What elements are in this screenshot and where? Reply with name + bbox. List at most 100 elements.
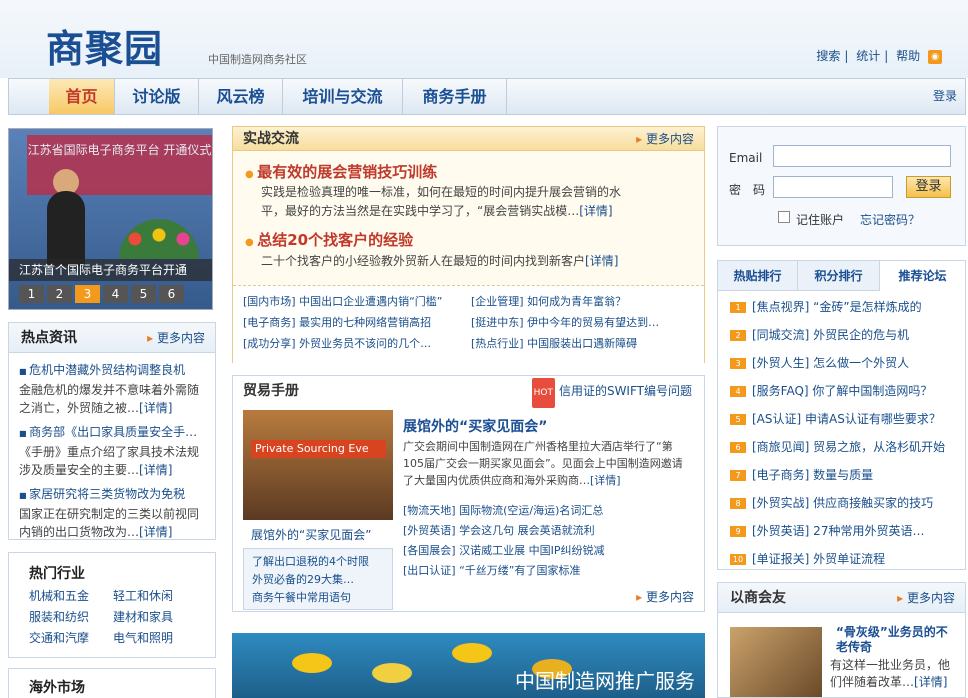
hot-link[interactable]: 信用证的SWIFT编号问题 bbox=[559, 384, 692, 398]
nav-handbook[interactable]: 商务手册 bbox=[403, 79, 507, 114]
detail-link[interactable]: [详情] bbox=[139, 463, 172, 477]
list-item[interactable]: 1 [焦点视界] “金砖”是怎样炼成的 bbox=[730, 298, 922, 315]
topic-link[interactable]: [企业管理] 如何成为青年富翁？ bbox=[471, 291, 626, 312]
detail-link[interactable]: [详情] bbox=[579, 204, 612, 218]
hot-badge: HOT bbox=[531, 378, 555, 408]
list-item[interactable]: 6 [商旅见闻] 贸易之旅，从洛杉矶开始 bbox=[730, 438, 945, 455]
headline-1-desc: 实践是检验真理的唯一标准，如何在最短的时间内提升展会营销的水 平，最好的方法当然是… bbox=[261, 185, 622, 218]
slide-page[interactable]: 1 bbox=[19, 285, 44, 303]
header: 商聚园 中国制造网商务社区 搜索 | 统计 | 帮助 ◉ bbox=[0, 0, 968, 78]
slide-page[interactable]: 5 bbox=[131, 285, 156, 303]
detail-link[interactable]: [详情] bbox=[914, 675, 947, 689]
site-logo[interactable]: 商聚园 bbox=[46, 18, 163, 73]
slide-pager: 123456 bbox=[19, 285, 187, 305]
news-desc: 《手册》重点介绍了家具技术法规涉及质量安全的主要…[详情] bbox=[19, 445, 200, 477]
news-title[interactable]: 商务部《出口家具质量安全手… bbox=[19, 423, 205, 443]
topic-link[interactable]: [外贸英语] 学会这几句 展会英语就流利 bbox=[403, 520, 595, 541]
nav-training[interactable]: 培训与交流 bbox=[283, 79, 403, 114]
remember-label: 记住账户 bbox=[796, 213, 845, 227]
side-link[interactable]: 外贸必备的29大集… bbox=[252, 571, 354, 587]
tab-recommended[interactable]: 推荐论坛 bbox=[880, 261, 965, 291]
news-title[interactable]: 家居研究将三类货物改为免税 bbox=[19, 485, 205, 505]
practice-more[interactable]: 更多内容 bbox=[636, 127, 694, 151]
nav-home[interactable]: 首页 bbox=[49, 79, 115, 114]
industry-link[interactable]: 交通和汽摩 bbox=[29, 629, 89, 646]
tab-hot-posts[interactable]: 热贴排行 bbox=[718, 261, 798, 291]
email-field[interactable] bbox=[773, 145, 951, 167]
friends-headline[interactable]: “骨灰级”业务员的不老传奇 bbox=[836, 625, 958, 655]
handbook-body: 广交会期间中国制造网在广州香格里拉大酒店举行了“第105届广交会一期买家见面会”… bbox=[403, 440, 683, 487]
stats-link[interactable]: 统计 bbox=[856, 49, 880, 63]
news-desc: 金融危机的爆发并不意味着外需随之消亡，外贸随之被…[详情] bbox=[19, 383, 200, 415]
image-banner: Private Sourcing Eve bbox=[251, 440, 386, 458]
topic-link[interactable]: [各国展会] 汉诺威工业展 中国IP纠纷锐减 bbox=[403, 540, 604, 561]
friends-image[interactable] bbox=[730, 627, 822, 697]
industry-link[interactable]: 电气和照明 bbox=[113, 629, 173, 646]
topic-link[interactable]: [物流天地] 国际物流(空运/海运)名词汇总 bbox=[403, 500, 603, 521]
list-item[interactable]: 5 [AS认证] 申请AS认证有哪些要求？ bbox=[730, 410, 941, 427]
detail-link[interactable]: [详情] bbox=[590, 474, 621, 487]
topic-link[interactable]: [成功分享] 外贸业务员不该问的几个… bbox=[243, 333, 431, 354]
search-link[interactable]: 搜索 bbox=[816, 49, 840, 63]
list-item[interactable]: 7 [电子商务] 数量与质量 bbox=[730, 466, 873, 483]
rss-icon[interactable]: ◉ bbox=[928, 49, 942, 64]
slide-page-active[interactable]: 3 bbox=[75, 285, 100, 303]
slideshow[interactable]: 江苏省国际电子商务平台 开通仪式 江苏首个国际电子商务平台开通 123456 bbox=[8, 128, 213, 310]
handbook-side-list: 了解出口退税的4个时限 外贸必备的29大集… 商务午餐中常用语句 bbox=[243, 548, 393, 610]
ad-banner[interactable]: 中国制造网推广服务 bbox=[232, 633, 705, 698]
handbook-headline[interactable]: 展馆外的“买家见面会” bbox=[403, 416, 547, 436]
nav-forum[interactable]: 讨论版 bbox=[115, 79, 199, 114]
topic-link[interactable]: [电子商务] 最实用的七种网络营销高招 bbox=[243, 312, 431, 333]
list-item[interactable]: 4 [服务FAQ] 你了解中国制造网吗？ bbox=[730, 382, 932, 399]
detail-link[interactable]: [详情] bbox=[139, 525, 172, 539]
remember-checkbox[interactable] bbox=[778, 211, 790, 223]
headline-2[interactable]: 总结20个找客户的经验 bbox=[245, 229, 413, 250]
site-slogan: 中国制造网商务社区 bbox=[208, 53, 307, 66]
fish-icon bbox=[372, 663, 412, 683]
list-item[interactable]: 2 [同城交流] 外贸民企的危与机 bbox=[730, 326, 909, 343]
forgot-password-link[interactable]: 忘记密码？ bbox=[860, 211, 920, 228]
email-label: Email bbox=[729, 151, 763, 165]
topic-link[interactable]: [国内市场] 中国出口企业遭遇内销“门槛” bbox=[243, 291, 442, 312]
detail-link[interactable]: [详情] bbox=[139, 401, 172, 415]
industry-link[interactable]: 建材和家具 bbox=[113, 608, 173, 625]
friends-body: 有这样一批业务员，他们伴随着改革…[详情] bbox=[830, 658, 951, 689]
topic-link[interactable]: [出口认证] “千丝万缕”有了国家标准 bbox=[403, 560, 580, 581]
handbook-image[interactable]: Private Sourcing Eve bbox=[243, 410, 393, 520]
password-field[interactable] bbox=[773, 176, 893, 198]
topic-link[interactable]: [挺进中东] 伊中今年的贸易有望达到… bbox=[471, 312, 659, 333]
side-link[interactable]: 了解出口退税的4个时限 bbox=[252, 553, 369, 569]
login-button[interactable]: 登录 bbox=[906, 176, 951, 198]
hot-news-header: 热点资讯更多内容 bbox=[9, 323, 215, 353]
industry-link[interactable]: 轻工和休闲 bbox=[113, 587, 173, 604]
handbook-more[interactable]: 更多内容 bbox=[636, 588, 694, 605]
news-title[interactable]: 危机中潜藏外贸结构调整良机 bbox=[19, 361, 205, 381]
slide-caption[interactable]: 江苏首个国际电子商务平台开通 bbox=[9, 259, 212, 281]
hot-news-more[interactable]: 更多内容 bbox=[147, 323, 205, 353]
slide-page[interactable]: 6 bbox=[159, 285, 184, 303]
list-item[interactable]: 8 [外贸实战] 供应商接触买家的技巧 bbox=[730, 494, 933, 511]
list-item[interactable]: 9 [外贸英语] 27种常用外贸英语… bbox=[730, 522, 924, 539]
practice-box: 实战交流更多内容 最有效的展会营销技巧训练 实践是检验真理的唯一标准，如何在最短… bbox=[232, 126, 705, 363]
tab-points[interactable]: 积分排行 bbox=[798, 261, 880, 291]
list-item[interactable]: 3 [外贸人生] 怎么做一个外贸人 bbox=[730, 354, 909, 371]
industry-link[interactable]: 服装和纺织 bbox=[29, 608, 89, 625]
friends-more[interactable]: 更多内容 bbox=[897, 583, 955, 613]
nav-ranking[interactable]: 风云榜 bbox=[199, 79, 283, 114]
fish-icon bbox=[452, 643, 492, 663]
detail-link[interactable]: [详情] bbox=[585, 254, 618, 268]
list-item[interactable]: 10 [单证报关] 外贸单证流程 bbox=[730, 550, 885, 567]
login-link[interactable]: 登录 bbox=[933, 79, 957, 114]
news-desc: 国家正在研究制定的三类以前视同内销的出口货物改为…[详情] bbox=[19, 507, 200, 539]
industry-link[interactable]: 机械和五金 bbox=[29, 587, 89, 604]
slide-page[interactable]: 2 bbox=[47, 285, 72, 303]
side-link[interactable]: 商务午餐中常用语句 bbox=[252, 589, 351, 605]
main-nav: 首页 讨论版 风云榜 培训与交流 商务手册 登录 bbox=[8, 78, 966, 115]
headline-1[interactable]: 最有效的展会营销技巧训练 bbox=[245, 161, 437, 182]
topic-link[interactable]: [热点行业] 中国服装出口遇新障碍 bbox=[471, 333, 637, 354]
image-caption[interactable]: 展馆外的“买家见面会” bbox=[251, 526, 371, 543]
slide-page[interactable]: 4 bbox=[103, 285, 128, 303]
ranking-tabs: 热贴排行 积分排行 推荐论坛 1 [焦点视界] “金砖”是怎样炼成的 2 [同城交流… bbox=[717, 260, 966, 570]
help-link[interactable]: 帮助 bbox=[896, 49, 920, 63]
hot-link-wrap: HOT 信用证的SWIFT编号问题 bbox=[531, 376, 692, 408]
